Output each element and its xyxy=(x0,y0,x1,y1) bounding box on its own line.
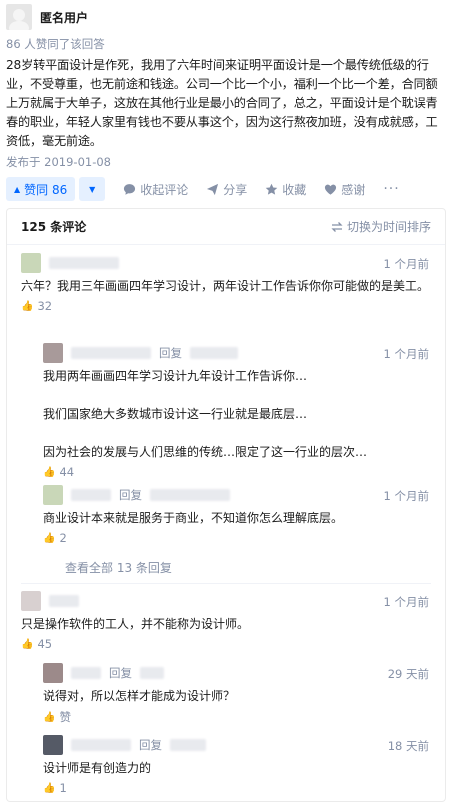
comment-like-count: 32 xyxy=(37,299,53,313)
comment-like-button[interactable]: 👍 2 xyxy=(43,531,429,545)
reply-item: 回复 1 个月前 商业设计本来就是服务于商业，不知道你怎么理解底层。 👍 2 xyxy=(43,485,429,545)
author-name[interactable]: 匿名用户 xyxy=(40,9,88,26)
comment-text: 设计师是有创造力的 xyxy=(43,761,152,775)
comment-icon xyxy=(124,183,136,195)
comment-like-button[interactable]: 👍 32 xyxy=(21,299,429,313)
commenter-name[interactable] xyxy=(49,257,119,269)
star-icon xyxy=(266,183,278,195)
collect-label: 收藏 xyxy=(282,182,307,197)
reply-target-name[interactable] xyxy=(150,489,230,501)
comment-item: 1 个月前 六年？我用三年画画四年学习设计，两年设计工作告诉你你可能做的是美工。… xyxy=(21,253,429,313)
comment-text: 六年？我用三年画画四年学习设计，两年设计工作告诉你你可能做的是美工。 xyxy=(21,279,430,293)
commenter-avatar[interactable] xyxy=(21,591,41,611)
comment-divider xyxy=(21,583,431,584)
comment-text: 说得对，所以怎样才能成为设计师？ xyxy=(43,689,236,703)
comment-like-button[interactable]: 👍 赞 xyxy=(43,709,429,725)
comment-text: 只是操作软件的工人，并不能称为设计师。 xyxy=(21,617,250,631)
answer-content: 28岁转平面设计是作死，我用了六年时间来证明平面设计是一个最传统低级的行业，不受… xyxy=(6,58,438,148)
sort-toggle[interactable]: 切换为时间排序 xyxy=(331,218,431,235)
comment-like-count: 45 xyxy=(37,637,53,651)
reply-word: 回复 xyxy=(119,488,142,502)
view-all-replies-link[interactable]: 查看全部 13 条回复 xyxy=(65,559,172,576)
comment-like-button[interactable]: 👍 45 xyxy=(21,637,429,651)
comment-time: 1 个月前 xyxy=(383,489,429,503)
share-button[interactable]: 分享 xyxy=(206,181,247,198)
heart-icon xyxy=(325,184,337,195)
collapse-comments-button[interactable]: 收起评论 xyxy=(123,181,188,198)
reply-item: 回复 1 个月前 我用两年画画四年学习设计九年设计工作告诉你… 我们国家绝大多数… xyxy=(43,343,429,479)
comment-item: 1 个月前 只是操作软件的工人，并不能称为设计师。 👍 45 xyxy=(21,591,429,651)
thumbs-up-icon: 👍 xyxy=(21,638,34,650)
comment-like-count: 1 xyxy=(59,781,67,795)
sort-toggle-label: 切换为时间排序 xyxy=(346,220,431,234)
comment-time: 1 个月前 xyxy=(383,595,429,609)
comment-like-count: 2 xyxy=(59,531,67,545)
commenter-avatar[interactable] xyxy=(43,485,63,505)
commenter-avatar[interactable] xyxy=(21,253,41,273)
triangle-up-icon: ▲ xyxy=(14,184,21,194)
more-button[interactable]: ··· xyxy=(383,181,399,197)
thanks-label: 感谢 xyxy=(341,182,366,197)
comment-like-count: 赞 xyxy=(59,710,71,724)
share-label: 分享 xyxy=(223,182,248,197)
paper-plane-icon xyxy=(207,183,219,195)
answer-action-bar: ▲ 赞同 86 ▼ 收起评论 分享 收藏 感谢 ··· xyxy=(6,176,446,202)
commenter-name[interactable] xyxy=(49,595,79,607)
commenter-avatar[interactable] xyxy=(43,663,63,683)
thumbs-up-icon: 👍 xyxy=(21,300,34,312)
thumbs-up-icon: 👍 xyxy=(43,532,56,544)
author-avatar[interactable] xyxy=(6,4,32,30)
reply-item: 回复 29 天前 说得对，所以怎样才能成为设计师？ 👍 赞 xyxy=(43,663,429,725)
vote-down-button[interactable]: ▼ xyxy=(79,177,106,201)
thumbs-up-icon: 👍 xyxy=(43,711,56,723)
comment-time: 18 天前 xyxy=(387,739,429,753)
collect-button[interactable]: 收藏 xyxy=(265,181,306,198)
comment-time: 1 个月前 xyxy=(383,257,429,271)
comments-count: 125 条评论 xyxy=(21,220,87,234)
triangle-down-icon: ▼ xyxy=(89,184,96,194)
commenter-avatar[interactable] xyxy=(43,343,63,363)
publish-date[interactable]: 发布于 2019-01-08 xyxy=(6,154,111,170)
commenter-name[interactable] xyxy=(71,347,151,359)
commenter-avatar[interactable] xyxy=(43,735,63,755)
reply-item: 回复 18 天前 设计师是有创造力的 👍 1 xyxy=(43,735,429,795)
comment-time: 1 个月前 xyxy=(383,347,429,361)
commenter-name[interactable] xyxy=(71,667,101,679)
comments-header: 125 条评论 切换为时间排序 xyxy=(7,209,445,245)
answer-author[interactable]: 匿名用户 xyxy=(6,4,88,30)
comment-like-count: 44 xyxy=(59,465,75,479)
reply-word: 回复 xyxy=(159,346,182,360)
reply-word: 回复 xyxy=(109,666,132,680)
collapse-comments-label: 收起评论 xyxy=(140,182,189,197)
commenter-name[interactable] xyxy=(71,489,111,501)
reply-target-name[interactable] xyxy=(190,347,238,359)
thumbs-up-icon: 👍 xyxy=(43,782,56,794)
comment-text: 我用两年画画四年学习设计九年设计工作告诉你… 我们国家绝大多数城市设计这一行业就… xyxy=(43,369,368,459)
vote-up-label: 赞同 86 xyxy=(24,182,68,197)
swap-icon xyxy=(331,221,343,232)
reply-target-name[interactable] xyxy=(140,667,164,679)
commenter-name[interactable] xyxy=(71,739,131,751)
vote-up-button[interactable]: ▲ 赞同 86 xyxy=(6,177,76,201)
thumbs-up-icon: 👍 xyxy=(43,466,56,478)
reply-target-name[interactable] xyxy=(170,739,206,751)
comment-like-button[interactable]: 👍 1 xyxy=(43,781,429,795)
comment-like-button[interactable]: 👍 44 xyxy=(43,465,429,479)
comment-text: 商业设计本来就是服务于商业，不知道你怎么理解底层。 xyxy=(43,511,344,525)
thanks-button[interactable]: 感谢 xyxy=(324,181,365,198)
comments-panel: 125 条评论 切换为时间排序 1 个月前 六年？我用三年画画四年学习设计，两年… xyxy=(6,208,446,802)
upvote-summary: 86 人赞同了该回答 xyxy=(6,37,105,51)
reply-word: 回复 xyxy=(139,738,162,752)
comment-time: 29 天前 xyxy=(387,667,429,681)
